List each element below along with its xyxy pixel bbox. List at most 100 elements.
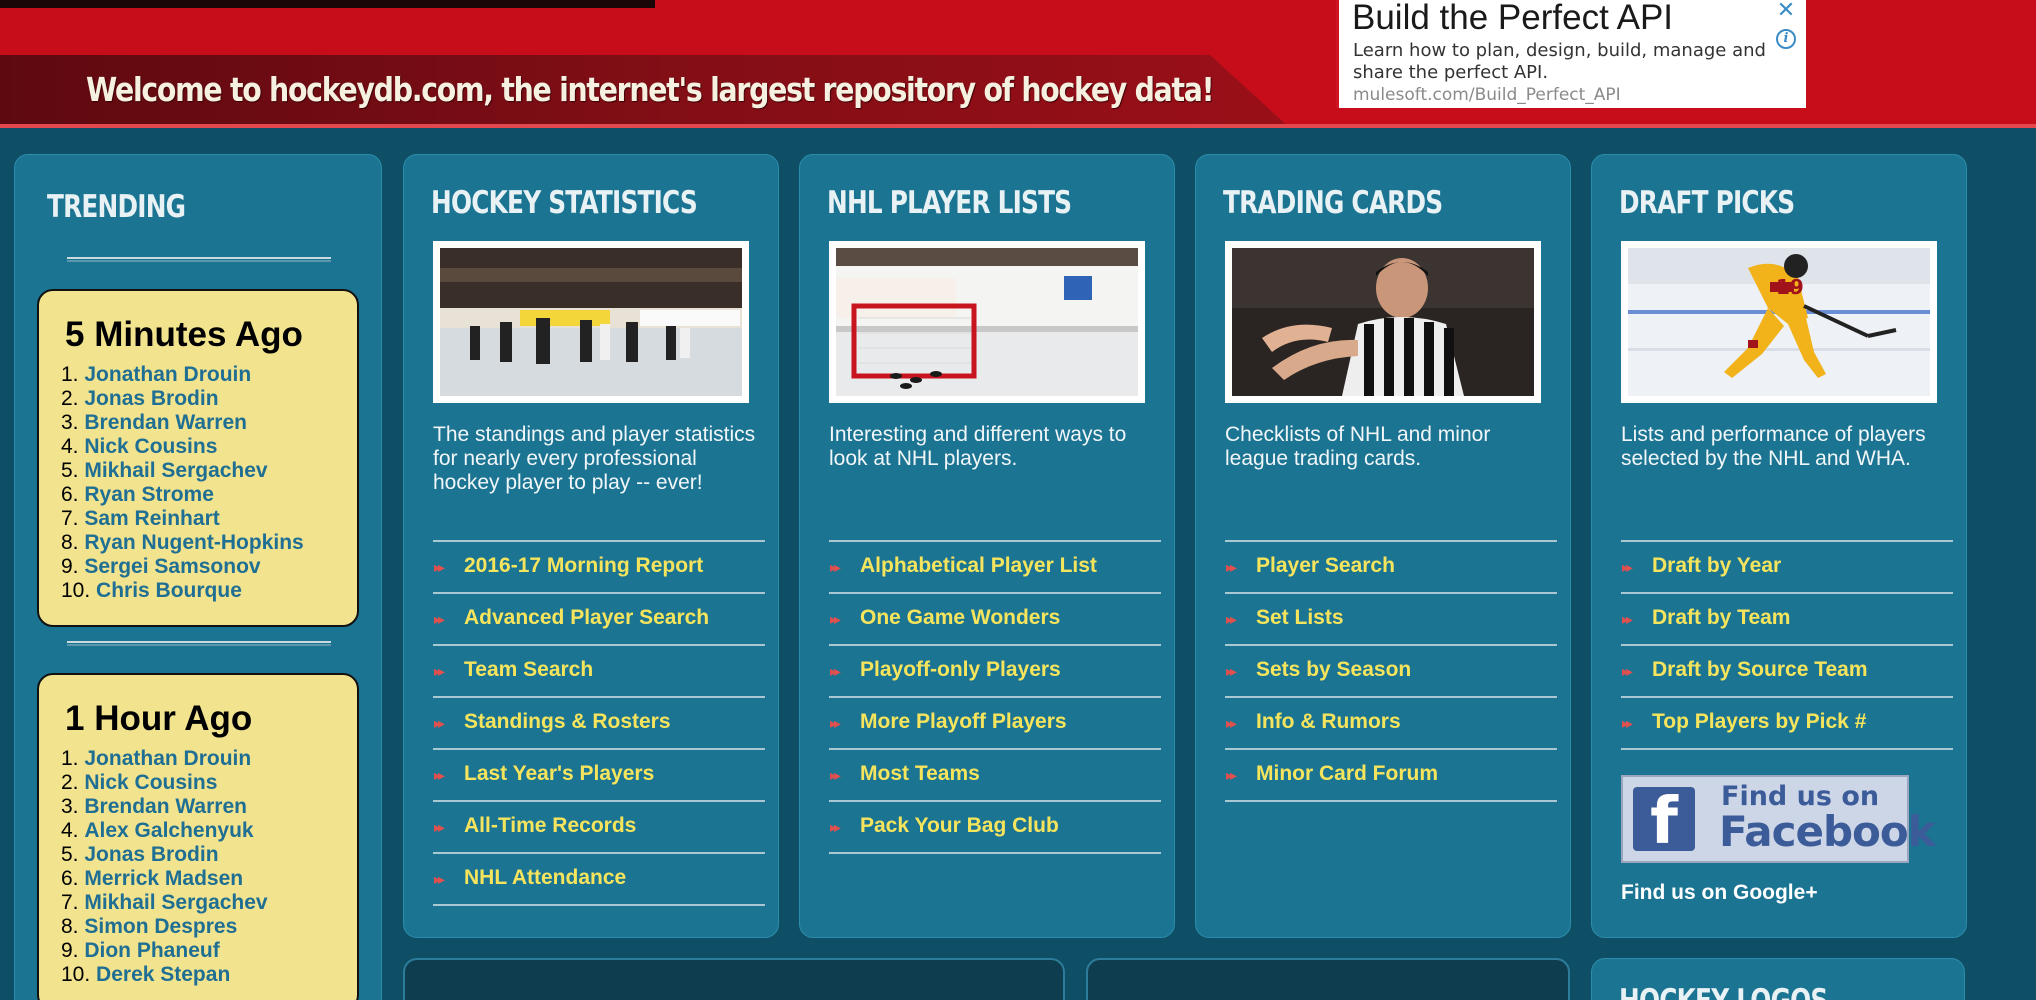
section-links: ▸▸ Alphabetical Player List ▸▸ One Game Wo… — [829, 540, 1161, 854]
link-row[interactable]: ▸▸ All-Time Records — [433, 802, 765, 854]
link-row[interactable]: ▸▸ Draft by Team — [1621, 594, 1953, 646]
section-link[interactable]: 2016-17 Morning Report — [464, 554, 703, 578]
player-link[interactable]: Jonathan Drouin — [84, 747, 251, 770]
section-image[interactable] — [1225, 241, 1541, 403]
section-title: TRADING CARDS — [1223, 185, 1443, 221]
section-link[interactable]: Draft by Team — [1652, 606, 1790, 630]
player-link[interactable]: Simon Despres — [84, 915, 237, 938]
list-item: 1. Jonathan Drouin — [61, 363, 252, 386]
section-link[interactable]: Draft by Source Team — [1652, 658, 1868, 682]
link-row[interactable]: ▸▸ Pack Your Bag Club — [829, 802, 1161, 854]
section-link[interactable]: Team Search — [464, 658, 593, 682]
section-link[interactable]: Pack Your Bag Club — [860, 814, 1059, 838]
link-row[interactable]: ▸▸ Standings & Rosters — [433, 698, 765, 750]
link-row[interactable]: ▸▸ Team Search — [433, 646, 765, 698]
section-link[interactable]: More Playoff Players — [860, 710, 1067, 734]
section-link[interactable]: Playoff-only Players — [860, 658, 1061, 682]
link-row[interactable]: ▸▸ Last Year's Players — [433, 750, 765, 802]
link-row[interactable]: ▸▸ 2016-17 Morning Report — [433, 542, 765, 594]
link-row[interactable]: ▸▸ NHL Attendance — [433, 854, 765, 906]
hockey-statistics-panel: HOCKEY STATISTICS The standings and play… — [403, 154, 779, 938]
link-row[interactable]: ▸▸ Draft by Year — [1621, 542, 1953, 594]
link-row[interactable]: ▸▸ Sets by Season — [1225, 646, 1557, 698]
trending-group-heading: 5 Minutes Ago — [65, 315, 303, 354]
section-description: Checklists of NHL and minor league tradi… — [1225, 423, 1491, 470]
player-link[interactable]: Derek Stepan — [96, 963, 230, 986]
section-description: Interesting and different ways to look a… — [829, 423, 1127, 470]
link-row[interactable]: ▸▸ Set Lists — [1225, 594, 1557, 646]
section-link[interactable]: Top Players by Pick # — [1652, 710, 1866, 734]
ad-banner[interactable]: Build the Perfect API Learn how to plan,… — [1336, 0, 1806, 108]
player-link[interactable]: Merrick Madsen — [84, 867, 243, 890]
link-row[interactable]: ▸▸ Playoff-only Players — [829, 646, 1161, 698]
section-link[interactable]: Advanced Player Search — [464, 606, 709, 630]
facebook-button[interactable]: f Find us on Facebook — [1621, 775, 1936, 863]
double-arrow-icon: ▸▸ — [1226, 664, 1237, 680]
section-link[interactable]: Info & Rumors — [1256, 710, 1401, 734]
player-link[interactable]: Brendan Warren — [84, 795, 247, 818]
double-arrow-icon: ▸▸ — [830, 612, 841, 628]
section-link[interactable]: Draft by Year — [1652, 554, 1781, 578]
ad-description[interactable]: Learn how to plan, design, build, manage… — [1353, 40, 1793, 84]
skater-photo: 19 — [1628, 248, 1930, 396]
section-link[interactable]: Alphabetical Player List — [860, 554, 1097, 578]
player-link[interactable]: Alex Galchenyuk — [84, 819, 253, 842]
section-description: Lists and performance of players selecte… — [1621, 423, 1926, 470]
player-link[interactable]: Mikhail Sergachev — [84, 891, 267, 914]
section-link[interactable]: All-Time Records — [464, 814, 636, 838]
player-link[interactable]: Nick Cousins — [84, 771, 217, 794]
section-image[interactable]: 19 — [1621, 241, 1937, 403]
player-link[interactable]: Ryan Nugent-Hopkins — [84, 531, 303, 554]
ad-info-button[interactable]: i — [1772, 26, 1800, 52]
player-link[interactable]: Jonas Brodin — [84, 387, 218, 410]
player-link[interactable]: Ryan Strome — [84, 483, 214, 506]
player-link[interactable]: Brendan Warren — [84, 411, 247, 434]
player-link[interactable]: Nick Cousins — [84, 435, 217, 458]
player-link[interactable]: Dion Phaneuf — [84, 939, 219, 962]
link-row[interactable]: ▸▸ One Game Wonders — [829, 594, 1161, 646]
section-link[interactable]: Minor Card Forum — [1256, 762, 1438, 786]
section-link[interactable]: Most Teams — [860, 762, 980, 786]
link-row[interactable]: ▸▸ Alphabetical Player List — [829, 542, 1161, 594]
link-row[interactable]: ▸▸ Top Players by Pick # — [1621, 698, 1953, 750]
section-link[interactable]: Sets by Season — [1256, 658, 1411, 682]
list-item: 3. Brendan Warren — [61, 411, 247, 434]
section-link[interactable]: Last Year's Players — [464, 762, 654, 786]
hockey-logos-panel: HOCKEY LOGOS — [1591, 958, 1965, 1000]
ad-title[interactable]: Build the Perfect API — [1352, 0, 1673, 38]
section-link[interactable]: Player Search — [1256, 554, 1395, 578]
link-row[interactable]: ▸▸ Player Search — [1225, 542, 1557, 594]
trending-list: 1. Jonathan Drouin 2. Nick Cousins 3. Br… — [61, 747, 268, 987]
link-row[interactable]: ▸▸ Most Teams — [829, 750, 1161, 802]
divider — [67, 641, 331, 646]
arena-photo — [440, 248, 742, 396]
section-image[interactable] — [433, 241, 749, 403]
link-row[interactable]: ▸▸ More Playoff Players — [829, 698, 1161, 750]
google-plus-link[interactable]: Find us on Google+ — [1621, 881, 1818, 905]
player-link[interactable]: Jonathan Drouin — [84, 363, 251, 386]
double-arrow-icon: ▸▸ — [1622, 716, 1633, 732]
section-image[interactable] — [829, 241, 1145, 403]
link-row[interactable]: ▸▸ Minor Card Forum — [1225, 750, 1557, 802]
link-row[interactable]: ▸▸ Draft by Source Team — [1621, 646, 1953, 698]
double-arrow-icon: ▸▸ — [434, 872, 445, 888]
section-link[interactable]: Set Lists — [1256, 606, 1344, 630]
player-link[interactable]: Chris Bourque — [96, 579, 242, 602]
section-link[interactable]: NHL Attendance — [464, 866, 626, 890]
referee-photo — [1232, 248, 1534, 396]
section-link[interactable]: Standings & Rosters — [464, 710, 671, 734]
player-link[interactable]: Sergei Samsonov — [84, 555, 260, 578]
player-link[interactable]: Mikhail Sergachev — [84, 459, 267, 482]
ad-url[interactable]: mulesoft.com/Build_Perfect_API — [1353, 85, 1621, 105]
link-row[interactable]: ▸▸ Advanced Player Search — [433, 594, 765, 646]
ad-close-icon[interactable]: ✕ — [1772, 0, 1800, 24]
player-link[interactable]: Jonas Brodin — [84, 843, 218, 866]
bottom-panel-middle — [1086, 958, 1570, 1000]
section-title: DRAFT PICKS — [1619, 185, 1795, 221]
section-link[interactable]: One Game Wonders — [860, 606, 1060, 630]
double-arrow-icon: ▸▸ — [1226, 768, 1237, 784]
player-link[interactable]: Sam Reinhart — [84, 507, 219, 530]
link-row[interactable]: ▸▸ Info & Rumors — [1225, 698, 1557, 750]
double-arrow-icon: ▸▸ — [830, 664, 841, 680]
list-item: 7. Sam Reinhart — [61, 507, 220, 530]
